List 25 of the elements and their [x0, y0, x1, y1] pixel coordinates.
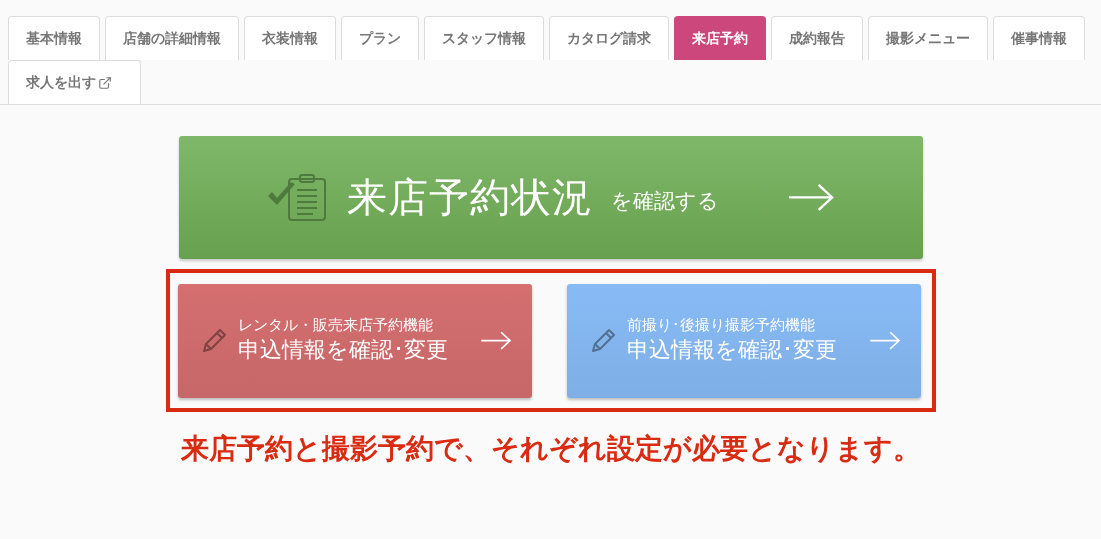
button-title: 来店予約状況: [346, 173, 593, 222]
reservation-status-button[interactable]: 来店予約状況 を確認する: [178, 136, 923, 259]
nav-tab[interactable]: スタッフ情報: [424, 16, 544, 60]
nav-tab[interactable]: 求人を出す: [8, 60, 141, 104]
nav-tab[interactable]: 来店予約: [674, 16, 766, 60]
button-subtitle: レンタル・販売来店予約機能: [237, 316, 433, 335]
arrow-icon: [786, 183, 835, 212]
nav-tab[interactable]: 成約報告: [771, 16, 863, 60]
nav-tab[interactable]: プラン: [341, 16, 419, 60]
button-subtitle: 前撮り･後撮り撮影予約機能: [626, 316, 815, 335]
button-subtitle: を確認する: [610, 187, 719, 215]
arrow-icon: [479, 330, 512, 351]
arrow-icon: [868, 330, 901, 351]
nav-tab[interactable]: 撮影メニュー: [868, 16, 988, 60]
application-info-button[interactable]: レンタル・販売来店予約機能 申込情報を確認･変更: [177, 283, 532, 398]
nav-tab[interactable]: 催事情報: [993, 16, 1085, 60]
notice-text: 来店予約と撮影予約で、それぞれ設定が必要となります。: [180, 431, 921, 467]
nav-tab[interactable]: 衣装情報: [244, 16, 336, 60]
button-title: 申込情報を確認･変更: [626, 336, 837, 364]
nav-tab[interactable]: 基本情報: [8, 16, 100, 60]
clipboard-check-icon: [266, 173, 329, 222]
nav-tab[interactable]: 店舗の詳細情報: [105, 16, 239, 60]
nav-tab[interactable]: カタログ請求: [549, 16, 669, 60]
external-link-icon: [98, 75, 112, 90]
button-title: 申込情報を確認･変更: [237, 336, 448, 364]
